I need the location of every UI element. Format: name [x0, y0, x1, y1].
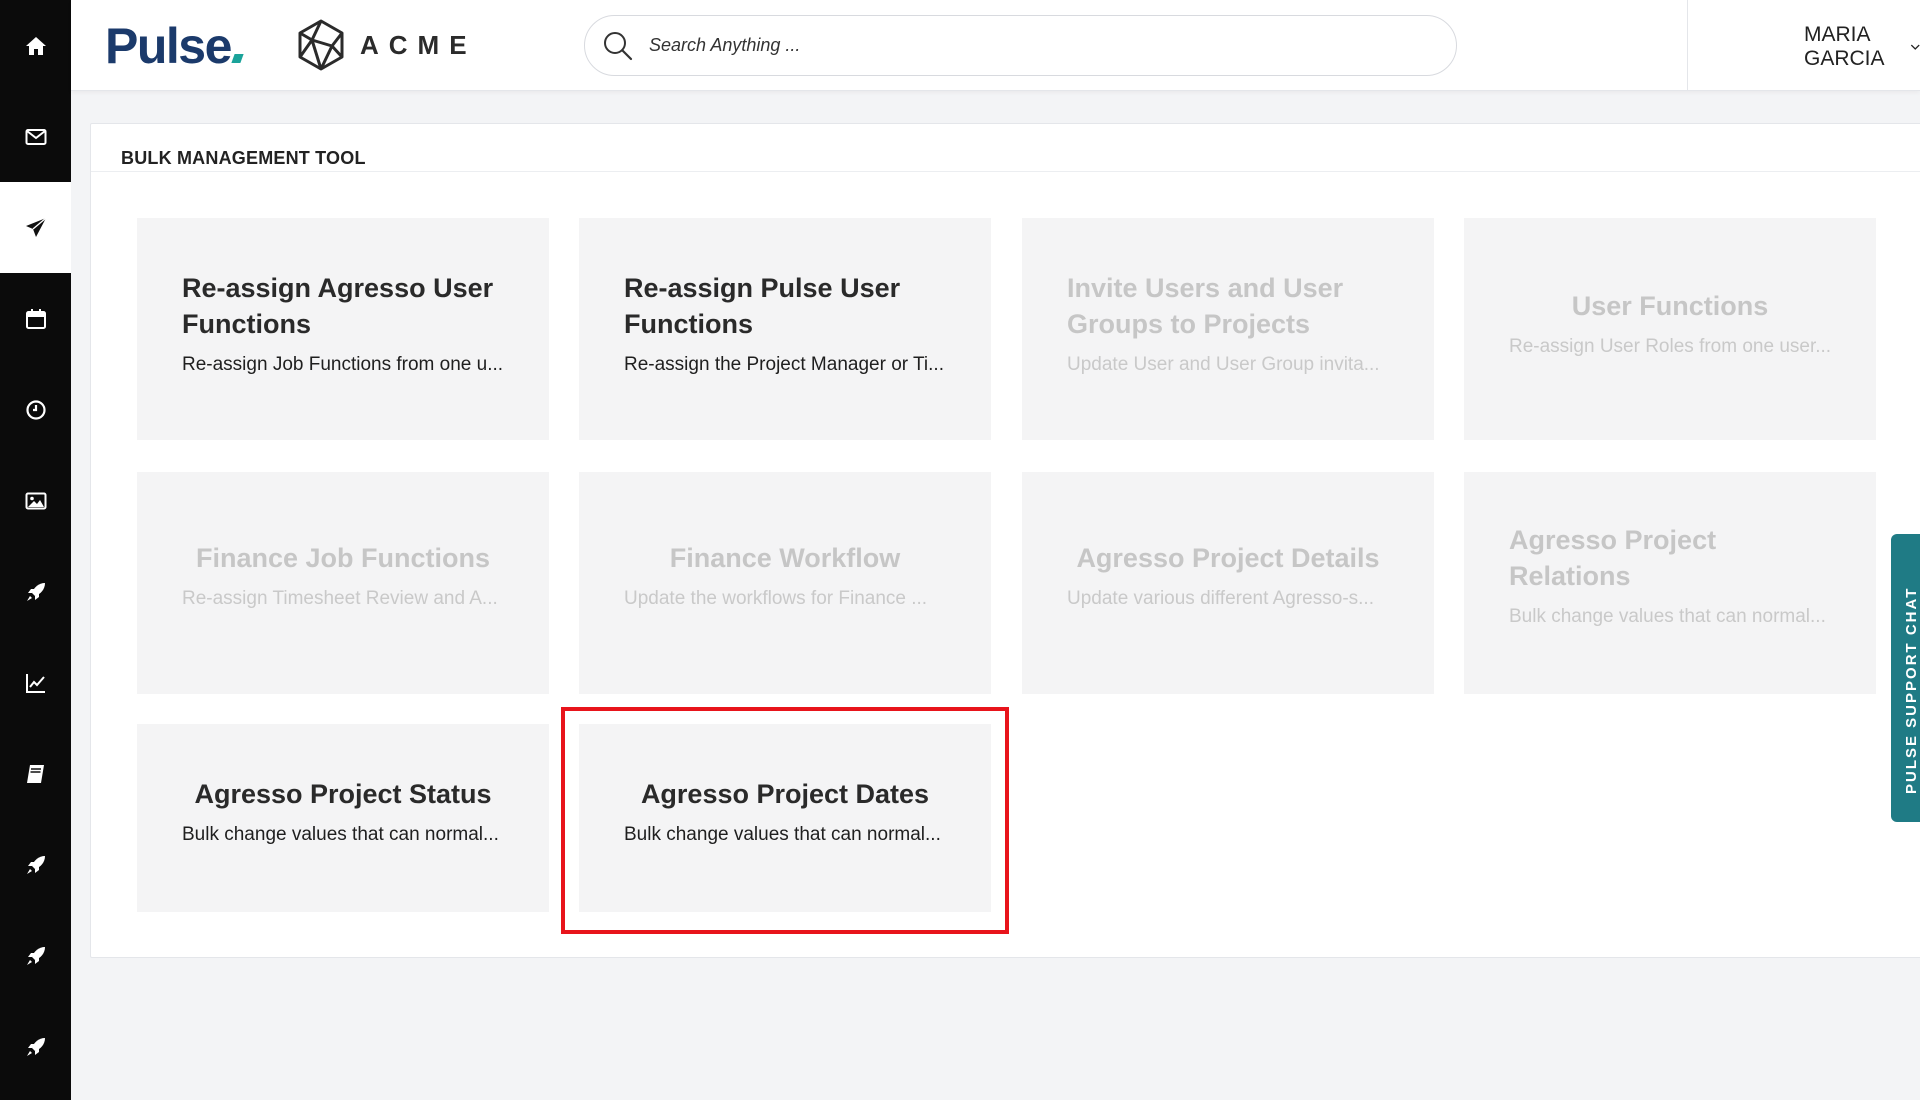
- card-reassign-agresso-user-functions[interactable]: Re-assign Agresso User Functions Re-assi…: [137, 218, 549, 440]
- support-chat-tab[interactable]: PULSE SUPPORT CHAT: [1891, 534, 1920, 822]
- card-user-functions[interactable]: User Functions Re-assign User Roles from…: [1464, 218, 1876, 440]
- card-agresso-project-status[interactable]: Agresso Project Status Bulk change value…: [137, 724, 549, 912]
- card-finance-job-functions[interactable]: Finance Job Functions Re-assign Timeshee…: [137, 472, 549, 694]
- support-chat-label: PULSE SUPPORT CHAT: [1903, 586, 1920, 794]
- sidebar-item-send[interactable]: [0, 182, 71, 273]
- card-title: Finance Workflow: [669, 543, 901, 573]
- card-description: Re-assign Timesheet Review and A...: [182, 588, 498, 609]
- pulse-logo-text: Pulse: [105, 18, 232, 74]
- search-input[interactable]: [649, 35, 1409, 56]
- user-name: MARIA GARCIA: [1804, 23, 1885, 70]
- top-header: Pulse ACME MARIA GARCIA: [71, 0, 1920, 91]
- card-description: Update User and User Group invita...: [1067, 354, 1380, 375]
- book-icon: [26, 764, 44, 783]
- home-icon: [25, 36, 46, 55]
- sidebar-item-calendar[interactable]: [0, 273, 71, 364]
- card-title: Finance Job Functions: [195, 543, 491, 573]
- acme-logo-text: ACME: [360, 29, 477, 60]
- calendar-icon: [25, 308, 46, 329]
- card-finance-workflow[interactable]: Finance Workflow Update the workflows fo…: [579, 472, 991, 694]
- header-divider: [1687, 0, 1688, 91]
- rocket-icon: [26, 855, 45, 874]
- card-description: Bulk change values that can normal...: [1509, 606, 1826, 627]
- mail-icon: [25, 128, 46, 145]
- pulse-logo-mark: [231, 54, 244, 63]
- sidebar-item-launch-3[interactable]: [0, 910, 71, 1001]
- page-title: BULK MANAGEMENT TOOL: [121, 148, 366, 168]
- user-menu[interactable]: MARIA GARCIA: [1804, 23, 1920, 70]
- card-description: Update various different Agresso-s...: [1067, 588, 1374, 609]
- card-invite-users-and-groups[interactable]: Invite Users and User Groups to Projects…: [1022, 218, 1434, 440]
- card-title: Agresso Project Details: [1076, 543, 1380, 573]
- sidebar-item-history[interactable]: [0, 364, 71, 455]
- card-title: Agresso Project Status: [194, 779, 492, 809]
- card-description: Update the workflows for Finance ...: [624, 588, 928, 609]
- chevron-down-icon: [1910, 44, 1920, 50]
- card-description: Re-assign the Project Manager or Ti...: [624, 354, 944, 375]
- card-reassign-pulse-user-functions[interactable]: Re-assign Pulse User Functions Re-assign…: [579, 218, 991, 440]
- search-icon: [604, 31, 633, 60]
- panel-divider: [91, 171, 1920, 172]
- paper-plane-icon: [25, 216, 46, 237]
- sidebar-item-home[interactable]: [0, 0, 71, 91]
- sidebar-item-launch-4[interactable]: [0, 1001, 71, 1092]
- card-title: Re-assign Pulse User Functions: [624, 273, 901, 339]
- rocket-icon: [26, 946, 45, 965]
- sidebar-item-mail[interactable]: [0, 91, 71, 182]
- pulse-logo[interactable]: Pulse: [105, 18, 244, 74]
- acme-polyhedron-icon: [298, 19, 344, 71]
- acme-logo: ACME: [296, 18, 477, 72]
- card-agresso-project-details[interactable]: Agresso Project Details Update various d…: [1022, 472, 1434, 694]
- card-agresso-project-relations[interactable]: Agresso Project Relations Bulk change va…: [1464, 472, 1876, 694]
- card-description: Re-assign Job Functions from one u...: [182, 354, 504, 375]
- rocket-icon: [26, 582, 45, 601]
- search-bar[interactable]: [584, 15, 1457, 76]
- rocket-icon: [26, 1037, 45, 1056]
- card-description: Re-assign User Roles from one user...: [1509, 336, 1831, 357]
- card-title: Re-assign Agresso User Functions: [182, 273, 494, 339]
- sidebar-item-launch-2[interactable]: [0, 819, 71, 910]
- sidebar-item-gallery[interactable]: [0, 455, 71, 546]
- sidebar-rail: [0, 0, 71, 1100]
- image-icon: [25, 492, 46, 509]
- sidebar-item-analytics[interactable]: [0, 637, 71, 728]
- card-title: Agresso Project Relations: [1509, 525, 1717, 591]
- sidebar-item-launch-1[interactable]: [0, 546, 71, 637]
- clock-icon: [25, 399, 46, 420]
- card-title: User Functions: [1571, 291, 1769, 321]
- card-title: Invite Users and User Groups to Projects: [1067, 273, 1344, 339]
- line-chart-icon: [25, 673, 45, 693]
- selection-highlight-box: [561, 707, 1009, 934]
- card-description: Bulk change values that can normal...: [182, 824, 499, 845]
- sidebar-item-library[interactable]: [0, 728, 71, 819]
